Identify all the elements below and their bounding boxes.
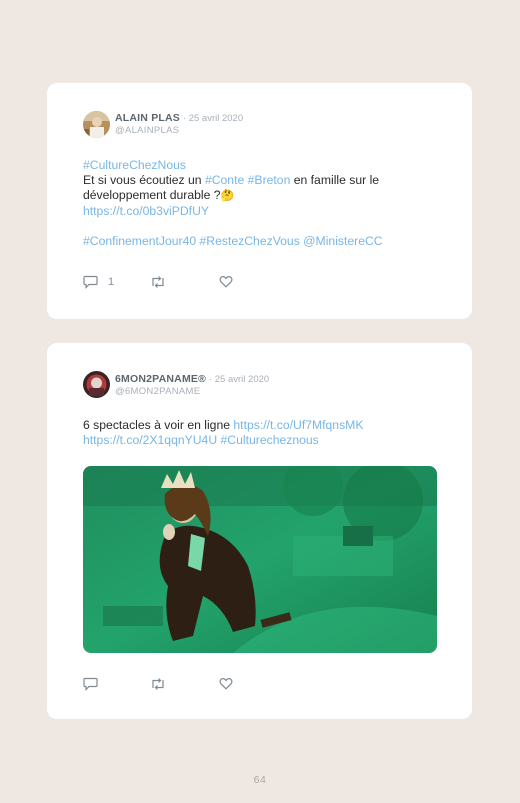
like-button[interactable] [219, 275, 233, 288]
author-line: 6MON2PANAME® · 25 avril 2020 [115, 373, 269, 385]
author-handle[interactable]: @ALAINPLAS [115, 125, 179, 136]
hashtag-link[interactable]: #Conte [205, 173, 244, 187]
tweet-date[interactable]: · 25 avril 2020 [209, 374, 269, 385]
author-name[interactable]: 6MON2PANAME® [115, 373, 206, 385]
thinking-emoji: 🤔 [220, 190, 235, 202]
like-icon [219, 275, 233, 288]
tweet-date[interactable]: · 25 avril 2020 [183, 113, 243, 124]
tweet-text: #CultureChezNous Et si vous écoutiez un … [83, 158, 433, 249]
author-name[interactable]: ALAIN PLAS [115, 112, 180, 124]
text-segment: 6 spectacles à voir en ligne [83, 418, 234, 432]
url-link[interactable]: https://t.co/2X1qqnYU4U [83, 433, 217, 447]
hashtags-link[interactable]: #ConfinementJour40 #RestezChezVous @Mini… [83, 234, 383, 248]
tweet-media-image[interactable] [83, 466, 437, 653]
tweet-text: 6 spectacles à voir en ligne https://t.c… [83, 418, 433, 448]
tweet-card: ALAIN PLAS · 25 avril 2020 @ALAINPLAS #C… [47, 83, 472, 319]
retweet-button[interactable] [150, 275, 166, 289]
like-button[interactable] [219, 677, 233, 690]
retweet-icon [152, 678, 164, 690]
hashtag-link[interactable]: #Breton [248, 173, 291, 187]
reply-button[interactable]: 1 [83, 275, 114, 289]
url-link[interactable]: https://t.co/Uf7MfqnsMK [233, 418, 363, 432]
page-number: 64 [253, 774, 267, 786]
like-icon [219, 677, 233, 690]
hashtag-link[interactable]: #CultureChezNous [83, 158, 186, 172]
tweet-card: 6MON2PANAME® · 25 avril 2020 @6MON2PANAM… [47, 343, 472, 719]
author-line: ALAIN PLAS · 25 avril 2020 [115, 112, 243, 124]
reply-count: 1 [108, 276, 115, 288]
retweet-button[interactable] [150, 677, 166, 691]
avatar[interactable] [83, 111, 110, 138]
author-handle[interactable]: @6MON2PANAME [115, 386, 200, 397]
avatar[interactable] [83, 371, 110, 398]
reply-icon [83, 275, 98, 289]
reply-button[interactable] [83, 677, 98, 691]
url-link[interactable]: https://t.co/0b3viPDfUY [83, 204, 209, 218]
hashtag-link[interactable]: #Culturecheznous [221, 433, 319, 447]
reply-icon [83, 677, 98, 691]
retweet-icon [152, 276, 164, 288]
text-segment: Et si vous écoutiez un [83, 173, 205, 187]
